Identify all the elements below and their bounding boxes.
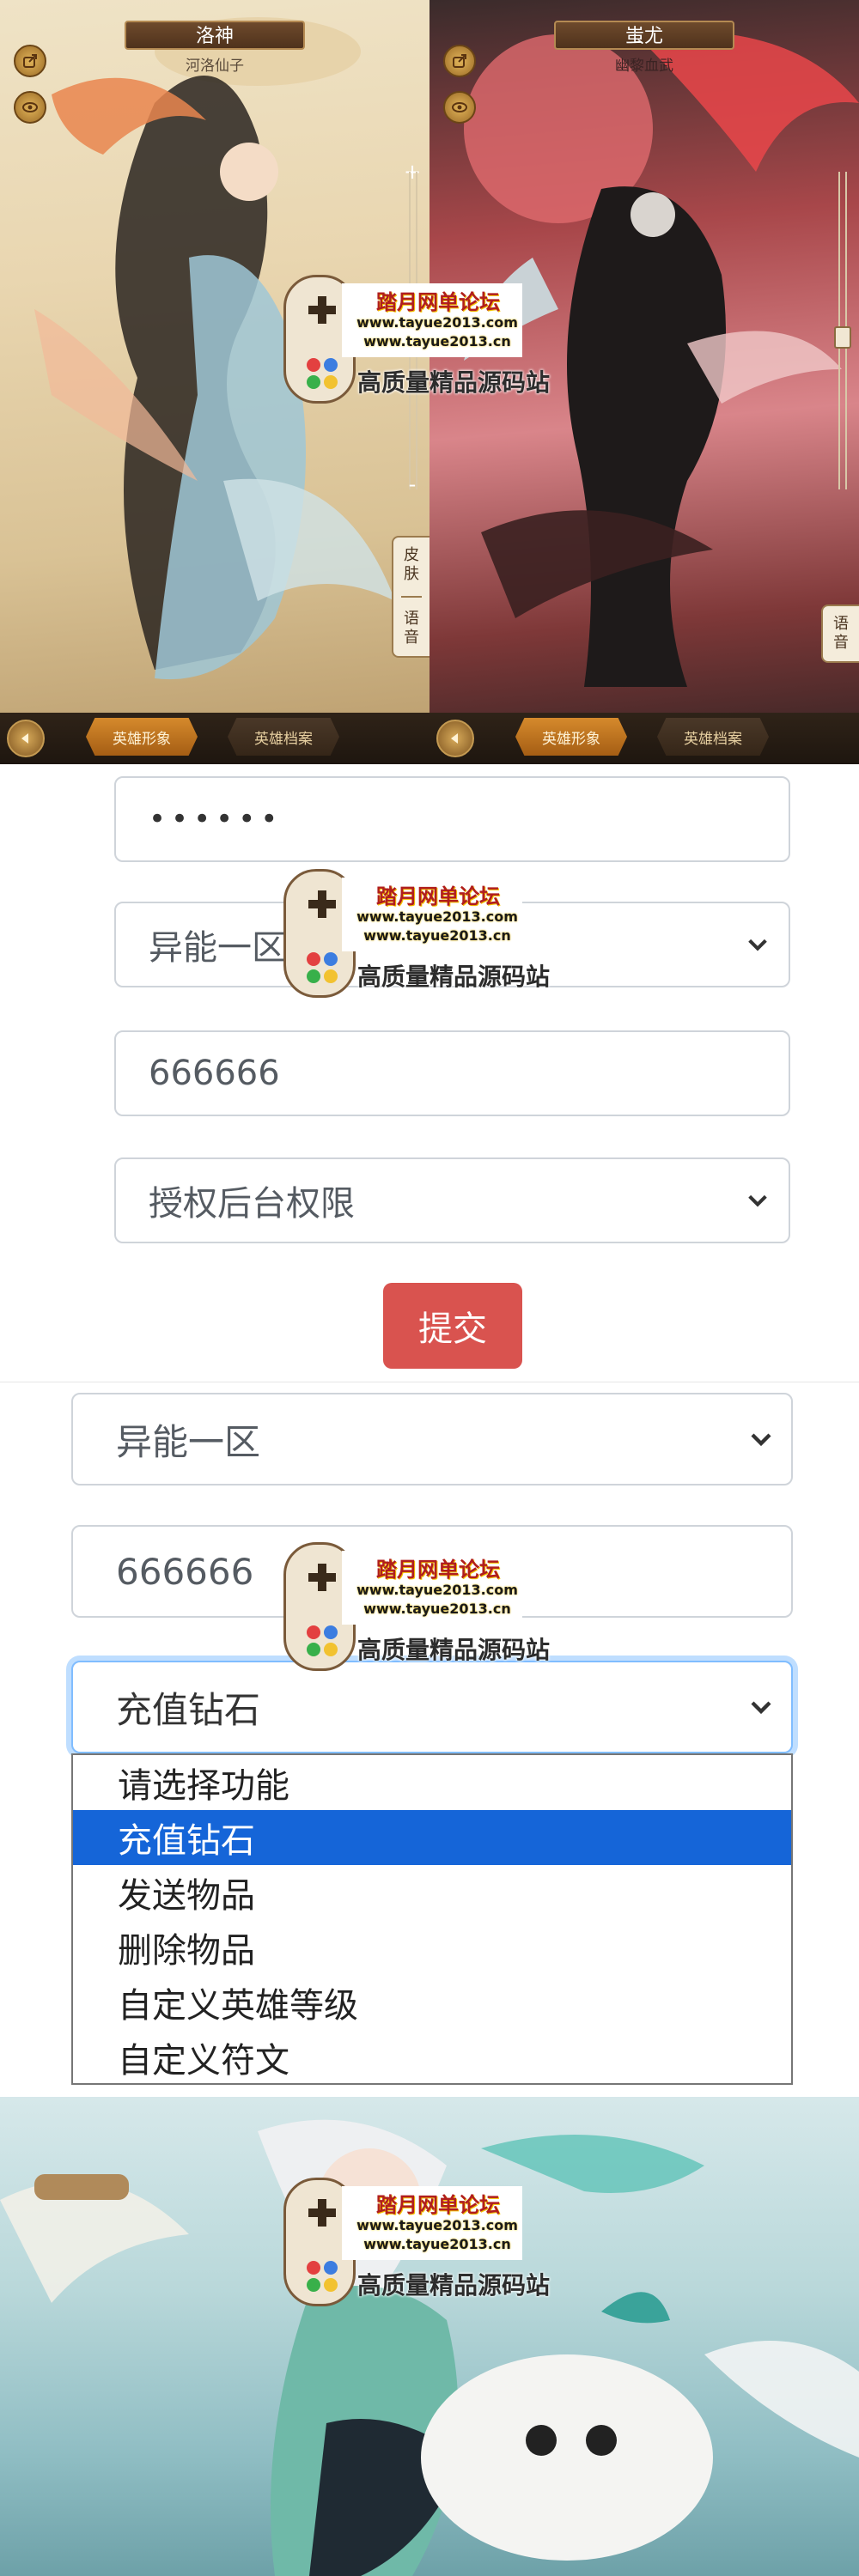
watermark-url-com: www.tayue2013.com <box>356 314 518 331</box>
watermark-title: 踏月网单论坛 <box>376 290 500 314</box>
chevron-down-icon <box>748 939 767 951</box>
watermark-slogan: 高质量精品源码站 <box>357 368 551 397</box>
hero-bottom-bar: 英雄形象 英雄档案 <box>0 713 430 764</box>
watermark-url-cn: www.tayue2013.cn <box>363 333 511 349</box>
voice-tab[interactable]: 语音 <box>832 615 850 653</box>
dropdown-option[interactable]: 发送物品 <box>73 1865 791 1920</box>
dropdown-option[interactable]: 请选择功能 <box>73 1755 791 1810</box>
account-field[interactable]: 666666 <box>114 1030 790 1116</box>
zoom-out-button[interactable]: - <box>404 472 421 496</box>
submit-button[interactable]: 提交 <box>383 1283 522 1369</box>
share-button[interactable] <box>443 45 476 77</box>
tab-hero-profile[interactable]: 英雄档案 <box>657 718 769 756</box>
view-toggle-button[interactable] <box>443 91 476 124</box>
dropdown-option-selected[interactable]: 充值钻石 <box>73 1810 791 1865</box>
back-arrow-icon <box>451 733 458 744</box>
watermark-url-com: www.tayue2013.com <box>356 1582 518 1598</box>
site-watermark: 踏月网单论坛 www.tayue2013.com www.tayue2013.c… <box>283 275 593 421</box>
dropdown-option[interactable]: 自定义符文 <box>73 2030 791 2085</box>
side-tabs: 语音 <box>821 605 859 663</box>
watermark-slogan: 高质量精品源码站 <box>357 963 551 991</box>
back-button[interactable] <box>7 720 45 757</box>
promo-illustration <box>0 2097 859 2576</box>
hero-subtitle: 幽黎血武 <box>615 58 673 75</box>
site-watermark: 踏月网单论坛 www.tayue2013.com www.tayue2013.c… <box>283 1542 593 1688</box>
chevron-down-icon <box>751 1433 771 1447</box>
tab-hero-image[interactable]: 英雄形象 <box>515 718 627 756</box>
zoom-slider-handle[interactable] <box>834 326 851 349</box>
watermark-url-cn: www.tayue2013.cn <box>363 927 511 944</box>
side-tab-divider <box>401 596 422 598</box>
dropdown-option[interactable]: 删除物品 <box>73 1920 791 1975</box>
share-icon <box>23 54 37 68</box>
watermark-url-cn: www.tayue2013.cn <box>363 1601 511 1617</box>
view-toggle-button[interactable] <box>14 91 46 124</box>
hero-name-plate: 蚩尤 幽黎血武 <box>554 21 734 75</box>
hero-name: 蚩尤 <box>624 26 663 47</box>
function-dropdown-list: 请选择功能 充值钻石 发送物品 删除物品 自定义英雄等级 自定义符文 <box>71 1753 793 2085</box>
watermark-url-com: www.tayue2013.com <box>356 908 518 925</box>
hero-subtitle: 河洛仙子 <box>186 58 244 75</box>
tab-hero-image[interactable]: 英雄形象 <box>86 718 198 756</box>
permission-select-value: 授权后台权限 <box>149 1184 355 1224</box>
zone-select-value: 异能一区 <box>149 928 286 968</box>
tab-hero-profile[interactable]: 英雄档案 <box>228 718 339 756</box>
chevron-down-icon <box>748 1194 767 1207</box>
voice-tab[interactable]: 语音 <box>402 610 421 647</box>
watermark-title: 踏月网单论坛 <box>376 884 500 908</box>
hero-name: 洛神 <box>195 26 234 47</box>
watermark-slogan: 高质量精品源码站 <box>357 2271 551 2300</box>
watermark-url-com: www.tayue2013.com <box>356 2217 518 2233</box>
function-select-value: 充值钻石 <box>116 1688 261 1731</box>
side-tabs: 皮肤 语音 <box>392 536 430 658</box>
eye-icon <box>22 102 38 112</box>
hero-name-plate: 洛神 河洛仙子 <box>125 21 305 75</box>
permission-select[interactable]: 授权后台权限 <box>114 1157 790 1243</box>
share-icon <box>453 54 466 68</box>
name-plate-bar: 蚩尤 <box>554 21 734 50</box>
page: 洛神 河洛仙子 + - 皮肤 语音 英雄形象 英雄档案 蚩尤 幽黎血武 语音 英… <box>0 0 859 2576</box>
share-button[interactable] <box>14 45 46 77</box>
watermark-slogan: 高质量精品源码站 <box>357 1636 551 1664</box>
name-plate-bar: 洛神 <box>125 21 305 50</box>
site-watermark: 踏月网单论坛 www.tayue2013.com www.tayue2013.c… <box>283 869 593 1015</box>
skin-tab[interactable]: 皮肤 <box>402 546 421 584</box>
function-form: 异能一区 666666 充值钻石 请选择功能 充值钻石 发送物品 删除物品 自定… <box>0 1384 859 2097</box>
chevron-down-icon <box>751 1701 771 1715</box>
dropdown-option[interactable]: 自定义英雄等级 <box>73 1975 791 2030</box>
password-field[interactable]: •••••• <box>114 776 790 862</box>
watermark-title: 踏月网单论坛 <box>376 2193 500 2217</box>
zone-select[interactable]: 异能一区 <box>71 1393 793 1485</box>
watermark-title: 踏月网单论坛 <box>376 1558 500 1582</box>
watermark-url-cn: www.tayue2013.cn <box>363 2236 511 2252</box>
site-watermark: 踏月网单论坛 www.tayue2013.com www.tayue2013.c… <box>283 2178 593 2324</box>
promo-artwork <box>0 2119 859 2576</box>
auth-form: •••••• 异能一区 666666 授权后台权限 提交 <box>0 764 859 1382</box>
zone-select-value: 异能一区 <box>116 1420 261 1463</box>
hero-bottom-bar: 英雄形象 英雄档案 <box>430 713 859 764</box>
back-button[interactable] <box>436 720 474 757</box>
eye-icon <box>452 102 467 112</box>
back-arrow-icon <box>21 733 28 744</box>
